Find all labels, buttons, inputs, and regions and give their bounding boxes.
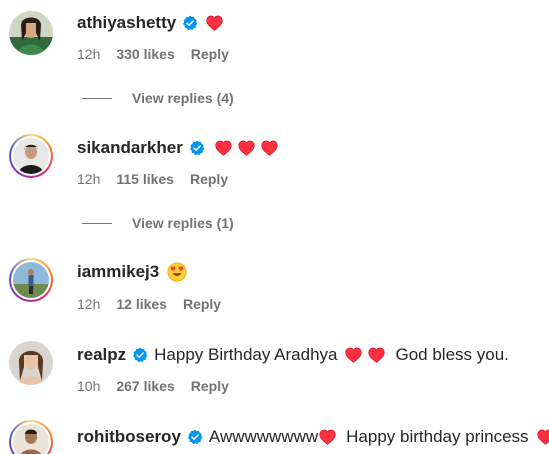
view-replies-line — [82, 222, 112, 224]
view-replies-button[interactable]: View replies (4) — [82, 89, 234, 107]
username[interactable]: rohitboseroy — [77, 427, 181, 447]
avatar[interactable] — [9, 11, 53, 55]
avatar-image — [13, 424, 49, 454]
likes-count[interactable]: 330 likes — [116, 46, 174, 62]
timestamp: 12h — [77, 296, 101, 312]
avatar-image — [9, 341, 53, 385]
comment-meta: 10h 267 likes Reply — [77, 377, 245, 395]
comment-meta: 12h 12 likes Reply — [77, 295, 237, 313]
heart-emoji-icon — [215, 140, 232, 156]
comment-header: athiyashetty — [77, 11, 223, 35]
comment-header: realpz Happy Birthday Aradhya God bless … — [77, 343, 509, 367]
comment-text: Happy Birthday Aradhya — [154, 345, 338, 364]
heart-eyes-emoji-icon — [167, 262, 187, 282]
avatar-image — [13, 138, 49, 174]
reply-button[interactable]: Reply — [191, 46, 229, 62]
comment-text: Awwwwwwww — [208, 427, 319, 446]
timestamp: 12h — [77, 171, 101, 187]
avatar-image — [13, 262, 49, 298]
likes-count[interactable]: 12 likes — [116, 296, 167, 312]
verified-badge-icon — [182, 15, 198, 31]
comment-header: iammikej3 — [77, 260, 187, 284]
avatar[interactable] — [9, 258, 53, 302]
heart-emoji-icon — [261, 140, 278, 156]
heart-emoji-icon — [537, 429, 549, 445]
comment-meta: 12h 115 likes Reply — [77, 170, 244, 188]
reply-button[interactable]: Reply — [183, 296, 221, 312]
verified-badge-icon — [132, 347, 148, 363]
comment-text-continued: Happy birthday princess — [346, 427, 529, 446]
likes-count[interactable]: 115 likes — [116, 171, 174, 187]
username[interactable]: realpz — [77, 345, 126, 365]
view-replies-button[interactable]: View replies (1) — [82, 214, 234, 232]
comment-header: sikandarkher — [77, 136, 278, 160]
timestamp: 12h — [77, 46, 101, 62]
heart-emoji-icon — [368, 347, 385, 363]
heart-emoji-icon — [238, 140, 255, 156]
comment-header: rohitboseroy Awwwwwwww Happy birthday pr… — [77, 425, 549, 449]
view-replies-label: View replies (1) — [132, 215, 234, 231]
username[interactable]: iammikej3 — [77, 262, 159, 282]
verified-badge-icon — [189, 140, 205, 156]
avatar[interactable] — [9, 134, 53, 178]
username[interactable]: sikandarkher — [77, 138, 183, 158]
heart-emoji-icon — [206, 15, 223, 31]
verified-badge-icon — [187, 429, 203, 445]
reply-button[interactable]: Reply — [190, 171, 228, 187]
avatar-image — [9, 11, 53, 55]
avatar[interactable] — [9, 341, 53, 385]
avatar[interactable] — [9, 420, 53, 454]
heart-emoji-icon — [345, 347, 362, 363]
comment-text-continued: God bless you. — [395, 345, 509, 364]
timestamp: 10h — [77, 378, 101, 394]
view-replies-label: View replies (4) — [132, 90, 234, 106]
heart-emoji-icon — [319, 429, 336, 445]
view-replies-line — [82, 97, 112, 99]
likes-count[interactable]: 267 likes — [116, 378, 174, 394]
comment-meta: 12h 330 likes Reply — [77, 45, 245, 63]
reply-button[interactable]: Reply — [191, 378, 229, 394]
username[interactable]: athiyashetty — [77, 13, 176, 33]
